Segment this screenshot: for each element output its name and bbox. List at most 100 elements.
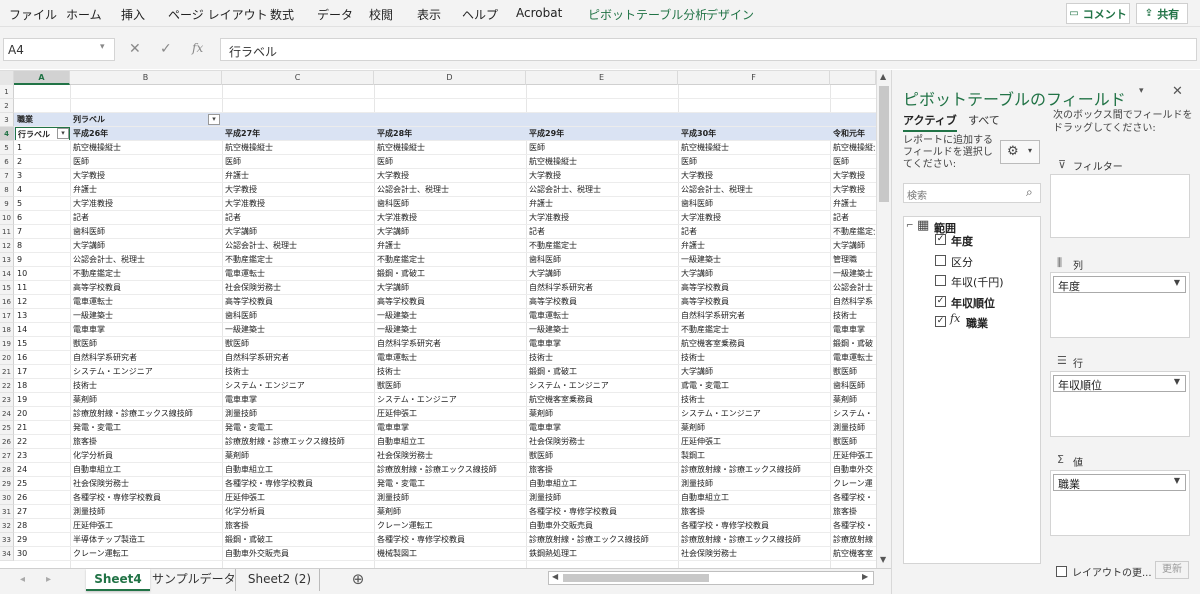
table-cell[interactable]: クレーン運転工 (73, 547, 221, 561)
column-header-g[interactable] (830, 71, 876, 85)
tab-acrobat[interactable]: Acrobat (516, 6, 562, 20)
table-cell[interactable]: 半導体チップ製造工 (73, 533, 221, 547)
table-cell[interactable]: 薬剤師 (73, 393, 221, 407)
table-cell[interactable]: 航空機操縦士 (529, 155, 677, 169)
values-field-occupation[interactable]: 職業 ▼ (1053, 474, 1186, 491)
table-cell[interactable]: 薬剤師 (833, 393, 875, 407)
column-labels-filter-button[interactable]: ▾ (208, 114, 220, 125)
table-cell[interactable]: 各種学校・専修学校教員 (529, 505, 677, 519)
table-cell[interactable]: 測量技師 (377, 491, 525, 505)
tab-pivot-analyze[interactable]: ピボットテーブル分析 (588, 6, 707, 23)
namebox-dropdown-icon[interactable]: ▾ (100, 42, 105, 52)
table-cell[interactable]: 自然科学系研究者 (225, 351, 373, 365)
table-cell[interactable]: 技術士 (681, 393, 829, 407)
row-header[interactable]: 10 (0, 211, 14, 225)
row-header[interactable]: 33 (0, 533, 14, 547)
table-cell[interactable]: 大学講師 (377, 281, 525, 295)
table-cell[interactable]: 電車車掌 (225, 393, 373, 407)
table-cell[interactable]: 一級建築士 (833, 267, 875, 281)
table-cell[interactable]: 弁護士 (225, 169, 373, 183)
table-cell[interactable]: 電車車掌 (529, 421, 677, 435)
table-cell[interactable]: 大学教授 (529, 169, 677, 183)
table-cell[interactable]: 記者 (833, 211, 875, 225)
table-cell[interactable]: 医師 (529, 141, 677, 155)
table-cell[interactable]: 弁護士 (833, 197, 875, 211)
table-cell[interactable]: 航空機操縦士 (681, 141, 829, 155)
table-cell[interactable]: 薬剤師 (529, 407, 677, 421)
table-cell[interactable]: 技術士 (225, 365, 373, 379)
table-cell[interactable]: 記者 (73, 211, 221, 225)
close-pane-icon[interactable]: ✕ (1172, 84, 1183, 99)
tab-home[interactable]: ホーム (66, 6, 102, 23)
table-cell[interactable]: 社会保険労務士 (377, 449, 525, 463)
row-header[interactable]: 8 (0, 183, 14, 197)
table-cell[interactable]: 医師 (73, 155, 221, 169)
table-cell[interactable]: 技術士 (681, 351, 829, 365)
table-cell[interactable]: 不動産鑑定士 (225, 253, 373, 267)
table-cell[interactable]: 自動車組立工 (529, 477, 677, 491)
table-cell[interactable]: システム・エンジニア (681, 407, 829, 421)
filters-drop-area[interactable] (1050, 174, 1190, 238)
cancel-icon[interactable]: ✕ (129, 41, 141, 57)
table-cell[interactable]: 一級建築士 (529, 323, 677, 337)
table-cell[interactable]: 自然科学系 (833, 295, 875, 309)
table-cell[interactable]: 高等学校教員 (377, 295, 525, 309)
table-cell[interactable]: 医師 (681, 155, 829, 169)
table-cell[interactable]: 大学講師 (377, 225, 525, 239)
row-header[interactable]: 12 (0, 239, 14, 253)
table-cell[interactable]: 航空機客室 (833, 547, 875, 561)
sheet-tab-sheet2-2[interactable]: Sheet2 (2) (240, 569, 320, 591)
row-header[interactable]: 22 (0, 379, 14, 393)
field-checkbox[interactable]: ✓ (935, 234, 946, 245)
row-header[interactable]: 5 (0, 141, 14, 155)
column-header-d[interactable]: D (374, 71, 526, 85)
table-cell[interactable]: 各種学校・ (833, 491, 875, 505)
table-cell[interactable]: 不動産鑑定士 (681, 323, 829, 337)
enter-icon[interactable]: ✓ (160, 41, 172, 57)
table-cell[interactable]: 旅客掛 (225, 519, 373, 533)
table-cell[interactable]: 大学教授 (833, 169, 875, 183)
table-cell[interactable]: 各種学校・専修学校教員 (681, 519, 829, 533)
table-cell[interactable]: 発電・変電工 (225, 421, 373, 435)
table-cell[interactable]: 社会保険労務士 (529, 435, 677, 449)
name-box[interactable]: A4 (3, 38, 115, 61)
column-header-c[interactable]: C (222, 71, 374, 85)
table-cell[interactable]: 自然科学系研究者 (681, 309, 829, 323)
table-cell[interactable]: 自動車外交販売員 (225, 547, 373, 561)
table-cell[interactable]: 圧延伸張工 (833, 449, 875, 463)
table-cell[interactable]: 一級建築士 (377, 309, 525, 323)
table-cell[interactable]: 大学教授 (225, 183, 373, 197)
table-cell[interactable]: 獣医師 (529, 449, 677, 463)
row-header[interactable]: 3 (0, 113, 14, 127)
row-header[interactable]: 25 (0, 421, 14, 435)
select-all-corner[interactable] (0, 71, 14, 85)
vertical-scrollbar[interactable]: ▲ ▼ (876, 70, 891, 568)
row-header[interactable]: 17 (0, 309, 14, 323)
table-cell[interactable]: 自然科学系研究者 (73, 351, 221, 365)
table-cell[interactable]: 各種学校・ (833, 519, 875, 533)
column-header-f[interactable]: F (678, 71, 830, 85)
table-cell[interactable]: システム・ (833, 407, 875, 421)
column-header-b[interactable]: B (70, 71, 222, 85)
table-cell[interactable]: 記者 (225, 211, 373, 225)
field-search-box[interactable]: 検索 ⌕ (903, 183, 1041, 203)
row-header[interactable]: 7 (0, 169, 14, 183)
table-cell[interactable]: 歯科医師 (377, 197, 525, 211)
table-cell[interactable]: 自動車組立工 (73, 463, 221, 477)
tab-formulas[interactable]: 数式 (270, 6, 294, 23)
vertical-scroll-thumb[interactable] (879, 86, 889, 202)
row-header[interactable]: 14 (0, 267, 14, 281)
row-header[interactable]: 11 (0, 225, 14, 239)
row-header[interactable]: 16 (0, 295, 14, 309)
tab-design[interactable]: デザイン (706, 6, 754, 23)
table-cell[interactable]: 診療放射線・診療エックス線技師 (681, 463, 829, 477)
worksheet-grid[interactable]: A B C D E F 1 2 3 4 5 6 7 8 9 10 11 12 13 14 15 16 17 18 1… (0, 70, 891, 569)
tab-review[interactable]: 校閲 (369, 6, 393, 23)
table-cell[interactable]: 診療放射線・診療エックス線技師 (73, 407, 221, 421)
table-cell[interactable]: クレーン運 (833, 477, 875, 491)
table-cell[interactable]: 自動車外交 (833, 463, 875, 477)
row-header[interactable]: 31 (0, 505, 14, 519)
table-cell[interactable]: 大学講師 (529, 267, 677, 281)
table-cell[interactable]: 公認会計士、税理士 (681, 183, 829, 197)
table-cell[interactable]: 航空機操縦士 (833, 141, 875, 155)
